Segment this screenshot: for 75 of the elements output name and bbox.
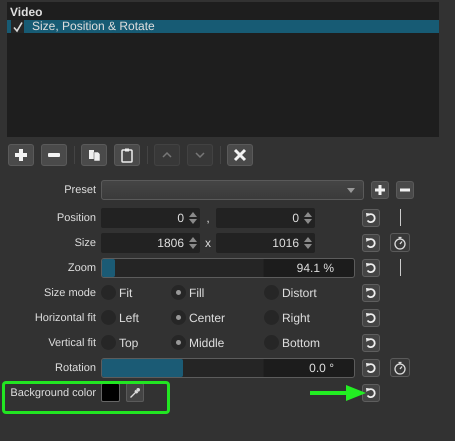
reset-button[interactable] [362, 234, 380, 252]
number-field[interactable]: 0 [216, 208, 315, 228]
arrow-drawing [310, 385, 366, 401]
copy-icon [86, 147, 102, 163]
slider[interactable]: 94.1 % [101, 258, 355, 278]
field-label: Background color [9, 386, 97, 398]
reset-button[interactable] [362, 308, 380, 326]
radio-option[interactable]: Left [101, 310, 171, 325]
radio-option[interactable]: Center [171, 310, 264, 325]
slider-value: 0.0 ° [309, 360, 334, 374]
plus-icon [374, 184, 386, 196]
reset-button[interactable] [362, 284, 380, 302]
clipboard-icon [119, 147, 135, 163]
field-label: Horizontal fit [34, 312, 97, 324]
list-header: Video [9, 4, 44, 20]
eyedropper-button[interactable] [126, 383, 144, 402]
number-field[interactable]: 1016 [216, 232, 315, 252]
field-label: Position [56, 212, 97, 224]
keyframe-button[interactable] [390, 233, 410, 252]
caret-icon [347, 188, 355, 193]
stopwatch-icon [393, 236, 407, 250]
clear-button[interactable] [227, 144, 253, 166]
radio-option[interactable]: Distort [264, 285, 317, 300]
field-label: Size [74, 236, 97, 248]
reset-icon [365, 312, 377, 324]
keyframe-button[interactable] [390, 358, 410, 377]
number-field[interactable]: 1806 [101, 232, 200, 252]
radio-option[interactable]: Fit [101, 285, 171, 300]
reset-button[interactable] [362, 384, 380, 402]
reset-icon [365, 386, 377, 398]
paste-button[interactable] [114, 144, 140, 166]
number-field[interactable]: 0 [101, 208, 200, 228]
reset-icon [365, 286, 377, 298]
reset-icon [365, 362, 377, 374]
reset-button[interactable] [362, 208, 380, 226]
radio-button[interactable] [171, 310, 186, 325]
reset-icon [365, 336, 377, 348]
field-label: Rotation [54, 362, 97, 374]
remove-preset-button[interactable] [396, 181, 414, 199]
spin-arrows-icon[interactable] [303, 210, 313, 226]
separator-text: , [205, 210, 211, 224]
copy-button[interactable] [81, 144, 107, 166]
separator-text: x [204, 236, 212, 250]
radio-button[interactable] [171, 335, 186, 350]
radio-option[interactable]: Right [264, 310, 310, 325]
add-preset-button[interactable] [371, 181, 389, 199]
spin-arrows-icon[interactable] [188, 210, 198, 226]
close-icon [232, 147, 248, 163]
reset-button[interactable] [362, 258, 380, 276]
eyedropper-icon [129, 386, 141, 398]
stopwatch-icon [393, 360, 407, 374]
spin-arrows-icon[interactable] [303, 234, 313, 250]
add-button[interactable] [8, 144, 34, 166]
reset-icon [365, 236, 377, 248]
radio-option[interactable]: Fill [171, 285, 264, 300]
check-icon[interactable] [11, 20, 24, 33]
reset-icon [365, 212, 377, 224]
plus-icon [13, 147, 29, 163]
reset-button[interactable] [362, 358, 380, 376]
field-label: Vertical fit [47, 336, 97, 348]
radio-option[interactable]: Bottom [264, 335, 320, 350]
field-label: Preset [63, 184, 97, 196]
field-label: Zoom [66, 262, 97, 274]
reset-icon [365, 262, 377, 274]
spin-arrows-icon[interactable] [188, 234, 198, 250]
filter-item[interactable]: Size, Position & Rotate [7, 20, 439, 33]
slider[interactable]: 0.0 ° [101, 358, 355, 378]
remove-button[interactable] [41, 144, 67, 166]
reset-button[interactable] [362, 334, 380, 352]
color-swatch[interactable] [101, 383, 120, 402]
radio-option[interactable]: Top [101, 335, 171, 350]
slider-value: 94.1 % [296, 260, 334, 274]
radio-button[interactable] [171, 285, 186, 300]
radio-option[interactable]: Middle [171, 335, 264, 350]
field-label: Size mode [43, 286, 97, 298]
